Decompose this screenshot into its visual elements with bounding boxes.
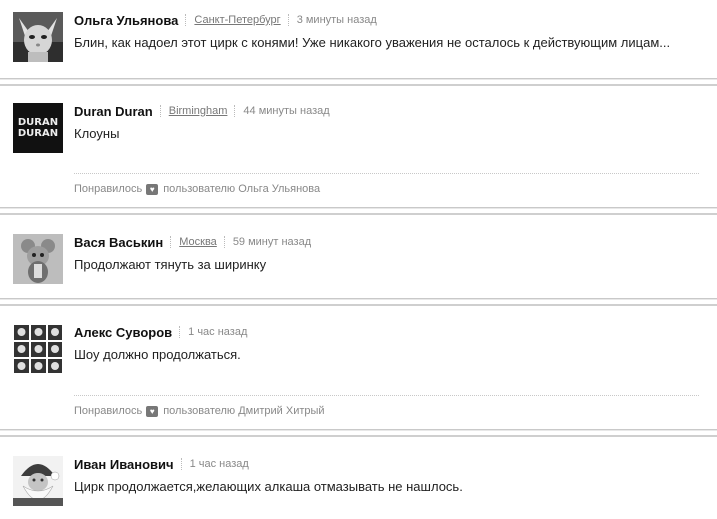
author-city-link[interactable]: Birmingham <box>169 105 228 117</box>
meta-separator <box>179 326 181 338</box>
author-city-link[interactable]: Москва <box>179 236 217 248</box>
likes-info: Понравилось ♥ пользователю Ольга Ульянов… <box>74 173 699 195</box>
likes-info: Понравилось ♥ пользователю Дмитрий Хитры… <box>74 395 699 417</box>
comment-time: 1 час назад <box>189 458 249 470</box>
comment-divider <box>0 298 717 306</box>
meta-separator <box>234 105 236 117</box>
likes-by: пользователю Ольга Ульянова <box>163 183 321 195</box>
author-name[interactable]: Вася Васькин <box>74 235 163 250</box>
author-city-link[interactable]: Санкт-Петербург <box>194 14 280 26</box>
meta-separator <box>223 236 226 248</box>
comment-time: 59 минут назад <box>232 236 312 248</box>
comment-divider <box>0 207 717 215</box>
likes-label: Понравилось <box>74 405 143 417</box>
meta-separator <box>159 105 162 117</box>
comment-time: 3 минуты назад <box>296 14 377 26</box>
comment-text: Продолжают тянуть за ширинку <box>74 257 267 272</box>
comment-time: 44 минуты назад <box>243 105 330 117</box>
comment-item: Ольга Ульянова Санкт-Петербург 3 минуты … <box>0 0 717 78</box>
author-name[interactable]: Ольга Ульянова <box>74 13 178 28</box>
meta-separator <box>185 14 187 26</box>
comment-item: DURAN DURAN Duran Duran Birmingham 44 ми… <box>0 91 717 207</box>
comment-item: Вася Васькин Москва 59 минут назад Продо… <box>0 222 717 298</box>
comment-item: Алекс Суворов 1 час назад Шоу должно про… <box>0 312 717 429</box>
heart-icon: ♥ <box>146 183 159 195</box>
comment-divider <box>0 78 717 86</box>
meta-separator <box>170 236 172 248</box>
likes-by: пользователю Дмитрий Хитрый <box>163 405 325 417</box>
heart-icon: ♥ <box>146 405 159 417</box>
author-name[interactable]: Иван Иванович <box>74 457 174 472</box>
comment-text: Цирк продолжается,желающих алкаша отмазы… <box>74 479 463 494</box>
comment-text: Клоуны <box>74 126 120 141</box>
author-name[interactable]: Алекс Суворов <box>74 325 172 340</box>
comment-text: Блин, как надоел этот цирк с конями! Уже… <box>74 35 671 50</box>
meta-separator <box>180 458 183 470</box>
author-name[interactable]: Duran Duran <box>74 104 153 119</box>
comment-item: Иван Иванович 1 час назад Цирк продолжае… <box>0 444 717 519</box>
comment-text: Шоу должно продолжаться. <box>74 347 241 362</box>
likes-label: Понравилось <box>74 183 143 195</box>
comment-time: 1 час назад <box>188 326 248 338</box>
comment-divider <box>0 429 717 437</box>
meta-separator <box>287 14 290 26</box>
